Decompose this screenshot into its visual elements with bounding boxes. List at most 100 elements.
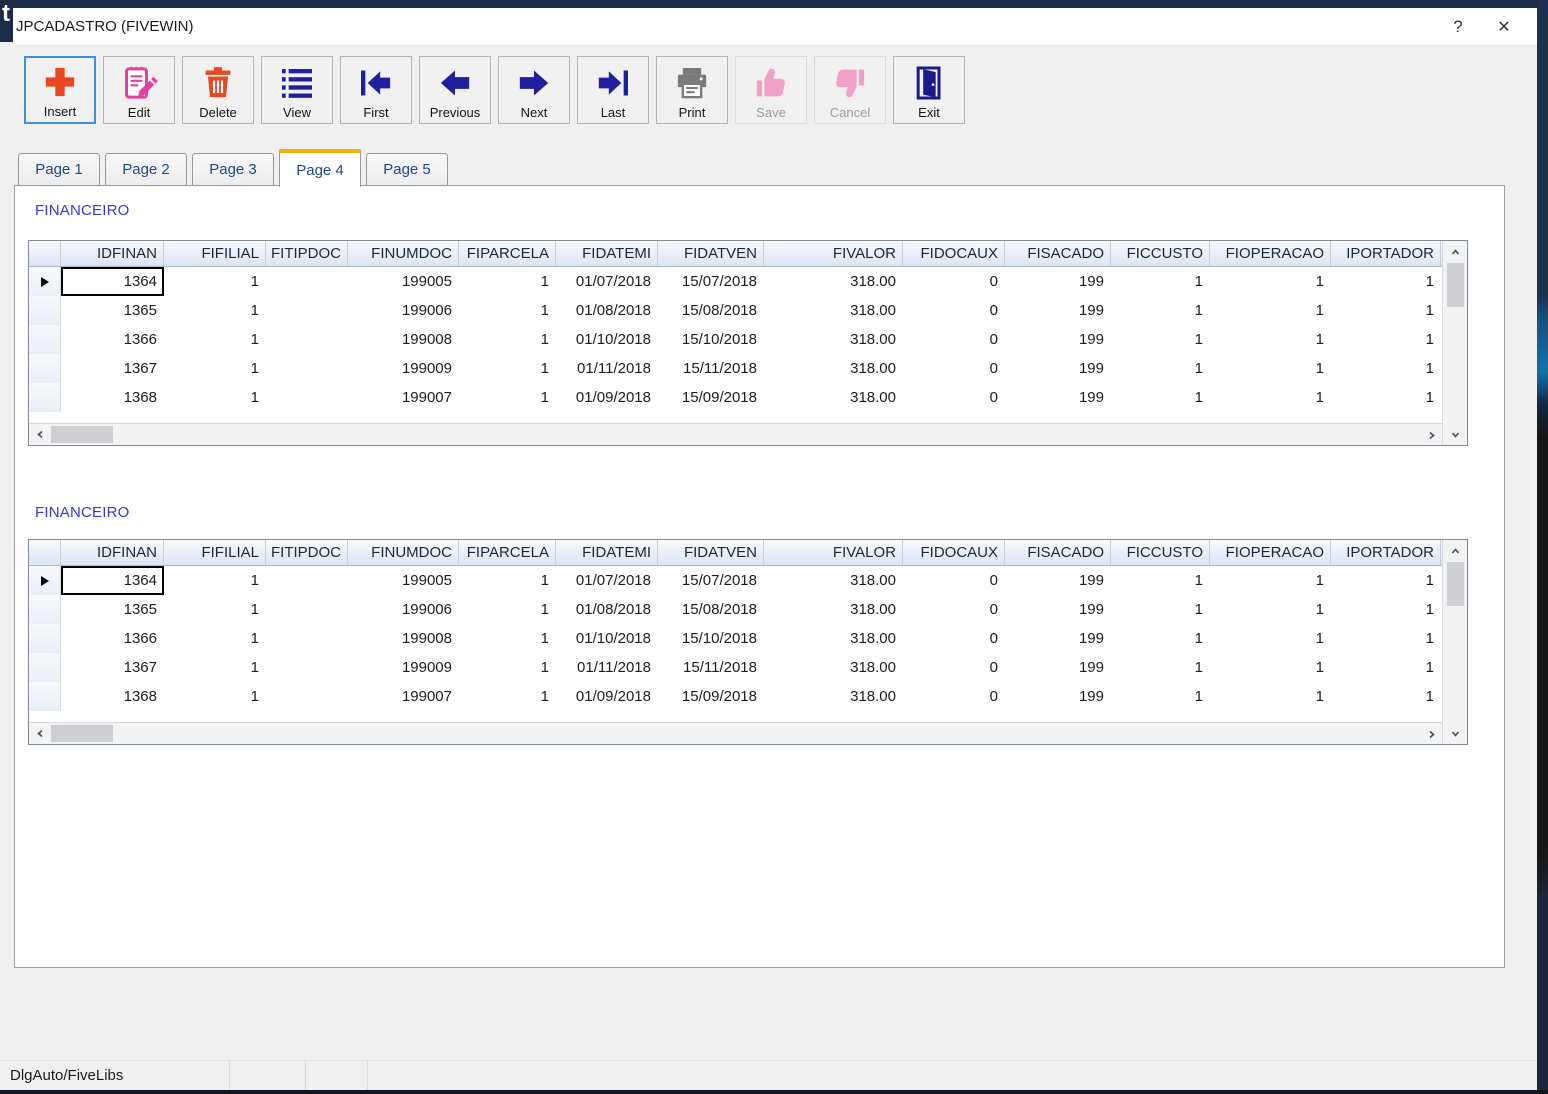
- cell-idfinan[interactable]: 1365: [61, 296, 164, 325]
- cell-fidocaux[interactable]: 0: [903, 682, 1005, 711]
- column-header-ficcusto[interactable]: FICCUSTO: [1111, 540, 1210, 565]
- horizontal-scroll-thumb[interactable]: [51, 426, 113, 443]
- cell-fiparcela[interactable]: 1: [459, 325, 556, 354]
- row-selector[interactable]: [29, 354, 61, 383]
- cell-fiparcela[interactable]: 1: [459, 566, 556, 595]
- cell-fioperacao[interactable]: 1: [1210, 267, 1331, 296]
- cell-fidatven[interactable]: 15/08/2018: [658, 595, 764, 624]
- column-header-finumdoc[interactable]: FINUMDOC: [348, 241, 459, 266]
- cell-iportador[interactable]: 1: [1331, 624, 1441, 653]
- cell-fioperacao[interactable]: 1: [1210, 595, 1331, 624]
- table-row[interactable]: 13681199007101/09/201815/09/2018318.0001…: [29, 682, 1442, 711]
- column-header-fidatven[interactable]: FIDATVEN: [658, 241, 764, 266]
- view-button[interactable]: View: [261, 56, 333, 124]
- cell-finumdoc[interactable]: 199006: [348, 595, 459, 624]
- cell-fioperacao[interactable]: 1: [1210, 624, 1331, 653]
- cell-fifilial[interactable]: 1: [164, 354, 266, 383]
- cell-fidatven[interactable]: 15/11/2018: [658, 354, 764, 383]
- table-row[interactable]: 13651199006101/08/201815/08/2018318.0001…: [29, 595, 1442, 624]
- cell-fivalor[interactable]: 318.00: [764, 682, 903, 711]
- cell-ficcusto[interactable]: 1: [1111, 653, 1210, 682]
- row-selector[interactable]: [29, 325, 61, 354]
- cell-finumdoc[interactable]: 199009: [348, 354, 459, 383]
- cell-fivalor[interactable]: 318.00: [764, 624, 903, 653]
- cell-fisacado[interactable]: 199: [1005, 682, 1111, 711]
- table-row[interactable]: 13671199009101/11/201815/11/2018318.0001…: [29, 653, 1442, 682]
- cell-idfinan[interactable]: 1366: [61, 624, 164, 653]
- row-selector[interactable]: [29, 653, 61, 682]
- cell-ficcusto[interactable]: 1: [1111, 682, 1210, 711]
- cell-fioperacao[interactable]: 1: [1210, 682, 1331, 711]
- cell-idfinan[interactable]: 1368: [61, 383, 164, 412]
- cell-fiparcela[interactable]: 1: [459, 267, 556, 296]
- cell-fivalor[interactable]: 318.00: [764, 354, 903, 383]
- cell-ficcusto[interactable]: 1: [1111, 296, 1210, 325]
- cell-fidatven[interactable]: 15/10/2018: [658, 624, 764, 653]
- horizontal-scrollbar[interactable]: [29, 722, 1442, 744]
- cell-fitipdoc[interactable]: [266, 383, 348, 412]
- scroll-right-icon[interactable]: [1420, 723, 1442, 745]
- cell-fisacado[interactable]: 199: [1005, 653, 1111, 682]
- cell-fidocaux[interactable]: 0: [903, 267, 1005, 296]
- row-selector[interactable]: [29, 383, 61, 412]
- table-row[interactable]: 13681199007101/09/201815/09/2018318.0001…: [29, 383, 1442, 412]
- column-header-fioperacao[interactable]: FIOPERACAO: [1210, 241, 1331, 266]
- row-selector[interactable]: [29, 682, 61, 711]
- table-row[interactable]: 13641199005101/07/201815/07/2018318.0001…: [29, 267, 1442, 296]
- cell-fifilial[interactable]: 1: [164, 566, 266, 595]
- column-header-fitipdoc[interactable]: FITIPDOC: [266, 241, 348, 266]
- scroll-left-icon[interactable]: [29, 723, 51, 745]
- cell-finumdoc[interactable]: 199006: [348, 296, 459, 325]
- cell-fivalor[interactable]: 318.00: [764, 383, 903, 412]
- tab-page-5[interactable]: Page 5: [366, 153, 448, 186]
- tab-page-2[interactable]: Page 2: [105, 153, 187, 186]
- scroll-down-icon[interactable]: [1444, 722, 1466, 744]
- column-header-fivalor[interactable]: FIVALOR: [764, 241, 903, 266]
- cell-fiparcela[interactable]: 1: [459, 624, 556, 653]
- cell-iportador[interactable]: 1: [1331, 296, 1441, 325]
- cell-finumdoc[interactable]: 199007: [348, 682, 459, 711]
- column-header-fisacado[interactable]: FISACADO: [1005, 241, 1111, 266]
- previous-button[interactable]: Previous: [419, 56, 491, 124]
- row-selector[interactable]: [29, 267, 61, 296]
- cell-fidatven[interactable]: 15/11/2018: [658, 653, 764, 682]
- cell-idfinan[interactable]: 1368: [61, 682, 164, 711]
- cell-fidatven[interactable]: 15/08/2018: [658, 296, 764, 325]
- table-row[interactable]: 13671199009101/11/201815/11/2018318.0001…: [29, 354, 1442, 383]
- scroll-up-icon[interactable]: [1444, 241, 1466, 263]
- column-header-fidocaux[interactable]: FIDOCAUX: [903, 540, 1005, 565]
- scroll-right-icon[interactable]: [1420, 424, 1442, 446]
- cell-fifilial[interactable]: 1: [164, 383, 266, 412]
- column-header-fisacado[interactable]: FISACADO: [1005, 540, 1111, 565]
- column-header-iportador[interactable]: IPORTADOR: [1331, 540, 1441, 565]
- cell-fioperacao[interactable]: 1: [1210, 296, 1331, 325]
- cell-iportador[interactable]: 1: [1331, 653, 1441, 682]
- cell-fidatemi[interactable]: 01/09/2018: [556, 383, 658, 412]
- insert-button[interactable]: Insert: [24, 56, 96, 124]
- cell-iportador[interactable]: 1: [1331, 325, 1441, 354]
- cell-fidatemi[interactable]: 01/10/2018: [556, 325, 658, 354]
- cell-fioperacao[interactable]: 1: [1210, 354, 1331, 383]
- row-selector[interactable]: [29, 595, 61, 624]
- vertical-scrollbar[interactable]: [1442, 540, 1467, 744]
- cell-fidocaux[interactable]: 0: [903, 624, 1005, 653]
- cell-fiparcela[interactable]: 1: [459, 296, 556, 325]
- cell-fifilial[interactable]: 1: [164, 653, 266, 682]
- cell-fitipdoc[interactable]: [266, 682, 348, 711]
- cell-fidatven[interactable]: 15/07/2018: [658, 566, 764, 595]
- column-header-fidocaux[interactable]: FIDOCAUX: [903, 241, 1005, 266]
- cell-fisacado[interactable]: 199: [1005, 267, 1111, 296]
- cell-fifilial[interactable]: 1: [164, 325, 266, 354]
- cell-fisacado[interactable]: 199: [1005, 296, 1111, 325]
- cell-idfinan[interactable]: 1366: [61, 325, 164, 354]
- cell-fisacado[interactable]: 199: [1005, 595, 1111, 624]
- cell-ficcusto[interactable]: 1: [1111, 267, 1210, 296]
- cell-fiparcela[interactable]: 1: [459, 595, 556, 624]
- column-header-ficcusto[interactable]: FICCUSTO: [1111, 241, 1210, 266]
- cell-ficcusto[interactable]: 1: [1111, 383, 1210, 412]
- cell-finumdoc[interactable]: 199009: [348, 653, 459, 682]
- cell-fitipdoc[interactable]: [266, 267, 348, 296]
- scroll-up-icon[interactable]: [1444, 540, 1466, 562]
- cell-fidatemi[interactable]: 01/07/2018: [556, 566, 658, 595]
- cell-fivalor[interactable]: 318.00: [764, 653, 903, 682]
